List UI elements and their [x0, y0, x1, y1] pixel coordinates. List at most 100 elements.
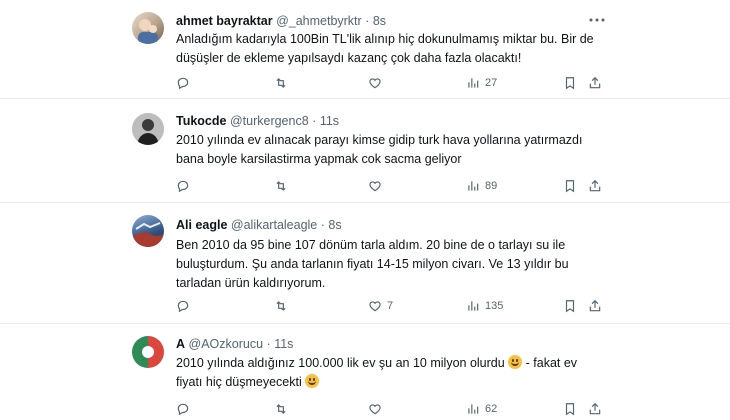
reply-button[interactable]	[176, 399, 190, 419]
more-icon[interactable]	[586, 12, 608, 28]
share-icon	[589, 76, 601, 89]
tweet-text: Ben 2010 da 95 bine 107 dönüm tarla aldı…	[176, 236, 596, 293]
views-icon	[468, 181, 479, 191]
tweet-text: Anladığım kadarıyla 100Bin TL'lik alınıp…	[176, 30, 596, 68]
bookmark-button[interactable]	[563, 73, 577, 93]
grinning-emoji-icon	[305, 374, 320, 388]
reply-button[interactable]	[176, 296, 190, 316]
timestamp[interactable]: 11s	[320, 114, 339, 128]
tweet-text-line: Ben 2010 da 95 bine 107 dönüm tarla aldı…	[176, 238, 566, 252]
reply-button[interactable]	[176, 176, 190, 196]
view-count: 62	[485, 403, 498, 415]
reply-icon	[177, 77, 189, 90]
tweet-actions: 89	[176, 176, 606, 196]
bookmark-button[interactable]	[563, 296, 577, 316]
bookmark-icon	[565, 180, 575, 193]
tweet-text-segment: - fakat ev	[522, 356, 578, 370]
bookmark-button[interactable]	[563, 176, 577, 196]
retweet-button[interactable]	[274, 296, 288, 316]
share-icon	[589, 179, 601, 192]
share-icon	[589, 402, 601, 415]
display-name[interactable]: A	[176, 337, 185, 351]
share-button[interactable]	[588, 399, 602, 419]
views-icon	[468, 404, 479, 414]
display-name[interactable]: Ali eagle	[176, 218, 227, 232]
views-button[interactable]: 135	[466, 296, 503, 316]
share-button[interactable]	[588, 73, 602, 93]
tweet[interactable]: Tukocde @turkergenc8 · 11s 2010 yılında …	[0, 99, 730, 201]
heart-icon	[369, 301, 381, 312]
display-name[interactable]: ahmet bayraktar	[176, 14, 273, 28]
tweet[interactable]: ahmet bayraktar @_ahmetbyrktr · 8s Anlad…	[0, 0, 730, 98]
view-count: 27	[485, 77, 498, 89]
user-handle[interactable]: @AOzkorucu	[189, 337, 264, 351]
retweet-icon	[276, 181, 286, 191]
retweet-button[interactable]	[274, 73, 288, 93]
separator-dot: ·	[266, 337, 271, 351]
timestamp[interactable]: 8s	[328, 218, 341, 232]
tweet-text: 2010 yılında aldığınız 100.000 lik ev şu…	[176, 354, 596, 392]
views-button[interactable]: 89	[466, 176, 497, 196]
tweet-header: ahmet bayraktar @_ahmetbyrktr · 8s	[176, 13, 386, 29]
views-icon	[468, 78, 479, 88]
retweet-icon	[276, 301, 286, 311]
tweet-text: 2010 yılında ev alınacak parayı kimse gi…	[176, 131, 596, 169]
grinning-emoji-icon	[508, 355, 523, 369]
tweet-actions: 62	[176, 399, 606, 419]
tweet-actions: 27	[176, 73, 606, 93]
retweet-icon	[276, 404, 286, 414]
view-count: 135	[485, 300, 504, 312]
avatar[interactable]	[132, 113, 164, 145]
like-count: 7	[387, 300, 394, 312]
tweet-text-line: düşüşler de ekleme yapılsaydı kazanç çok…	[176, 51, 522, 65]
display-name[interactable]: Tukocde	[176, 114, 226, 128]
user-handle[interactable]: @alikartaleagle	[231, 218, 317, 232]
tweet[interactable]: A @AOzkorucu · 11s 2010 yılında aldığını…	[0, 324, 730, 420]
bookmark-icon	[565, 77, 575, 90]
separator-dot: ·	[320, 218, 325, 232]
timestamp[interactable]: 11s	[274, 337, 293, 351]
tweet-text-line: fiyatı hiç düşmeyecekti	[176, 373, 596, 392]
bookmark-icon	[565, 300, 575, 313]
view-count: 89	[485, 180, 498, 192]
reply-button[interactable]	[176, 73, 190, 93]
reply-icon	[177, 403, 189, 416]
share-button[interactable]	[588, 296, 602, 316]
reply-icon	[177, 300, 189, 313]
bookmark-icon	[565, 403, 575, 416]
retweet-button[interactable]	[274, 399, 288, 419]
views-button[interactable]: 27	[466, 73, 497, 93]
tweet-text-segment: 2010 yılında aldığınız 100.000 lik ev şu…	[176, 356, 505, 370]
like-button[interactable]	[368, 176, 387, 196]
avatar[interactable]	[132, 215, 164, 247]
tweet-text-line: bana boyle karsilastirma yapmak cok sacm…	[176, 152, 462, 166]
tweet-text-segment: fiyatı hiç düşmeyecekti	[176, 375, 302, 389]
tweet-text-line: 2010 yılında ev alınacak parayı kimse gi…	[176, 133, 583, 147]
tweet-header: A @AOzkorucu · 11s	[176, 336, 293, 352]
avatar[interactable]	[132, 12, 164, 44]
reply-icon	[177, 180, 189, 193]
bookmark-button[interactable]	[563, 399, 577, 419]
heart-icon	[369, 181, 381, 192]
heart-icon	[369, 78, 381, 89]
tweet-text-line: 2010 yılında aldığınız 100.000 lik ev şu…	[176, 354, 596, 373]
tweet[interactable]: Ali eagle @alikartaleagle · 8s Ben 2010 …	[0, 203, 730, 323]
share-button[interactable]	[588, 176, 602, 196]
timestamp[interactable]: 8s	[373, 14, 386, 28]
like-button[interactable]: 7	[368, 296, 393, 316]
share-icon	[589, 299, 601, 312]
like-button[interactable]	[368, 399, 387, 419]
tweet-text-line: buluşturdum. Şu anda tarlanın fiyatı 14-…	[176, 257, 569, 271]
separator-dot: ·	[365, 14, 370, 28]
tweet-header: Tukocde @turkergenc8 · 11s	[176, 113, 339, 129]
user-handle[interactable]: @_ahmetbyrktr	[276, 14, 362, 28]
views-button[interactable]: 62	[466, 399, 497, 419]
views-icon	[468, 301, 479, 311]
retweet-button[interactable]	[274, 176, 288, 196]
avatar[interactable]	[132, 336, 164, 368]
tweet-text-line: tarladan ürün kaldırıyorum.	[176, 276, 326, 290]
user-handle[interactable]: @turkergenc8	[230, 114, 309, 128]
like-button[interactable]	[368, 73, 387, 93]
heart-icon	[369, 404, 381, 415]
retweet-icon	[276, 78, 286, 88]
